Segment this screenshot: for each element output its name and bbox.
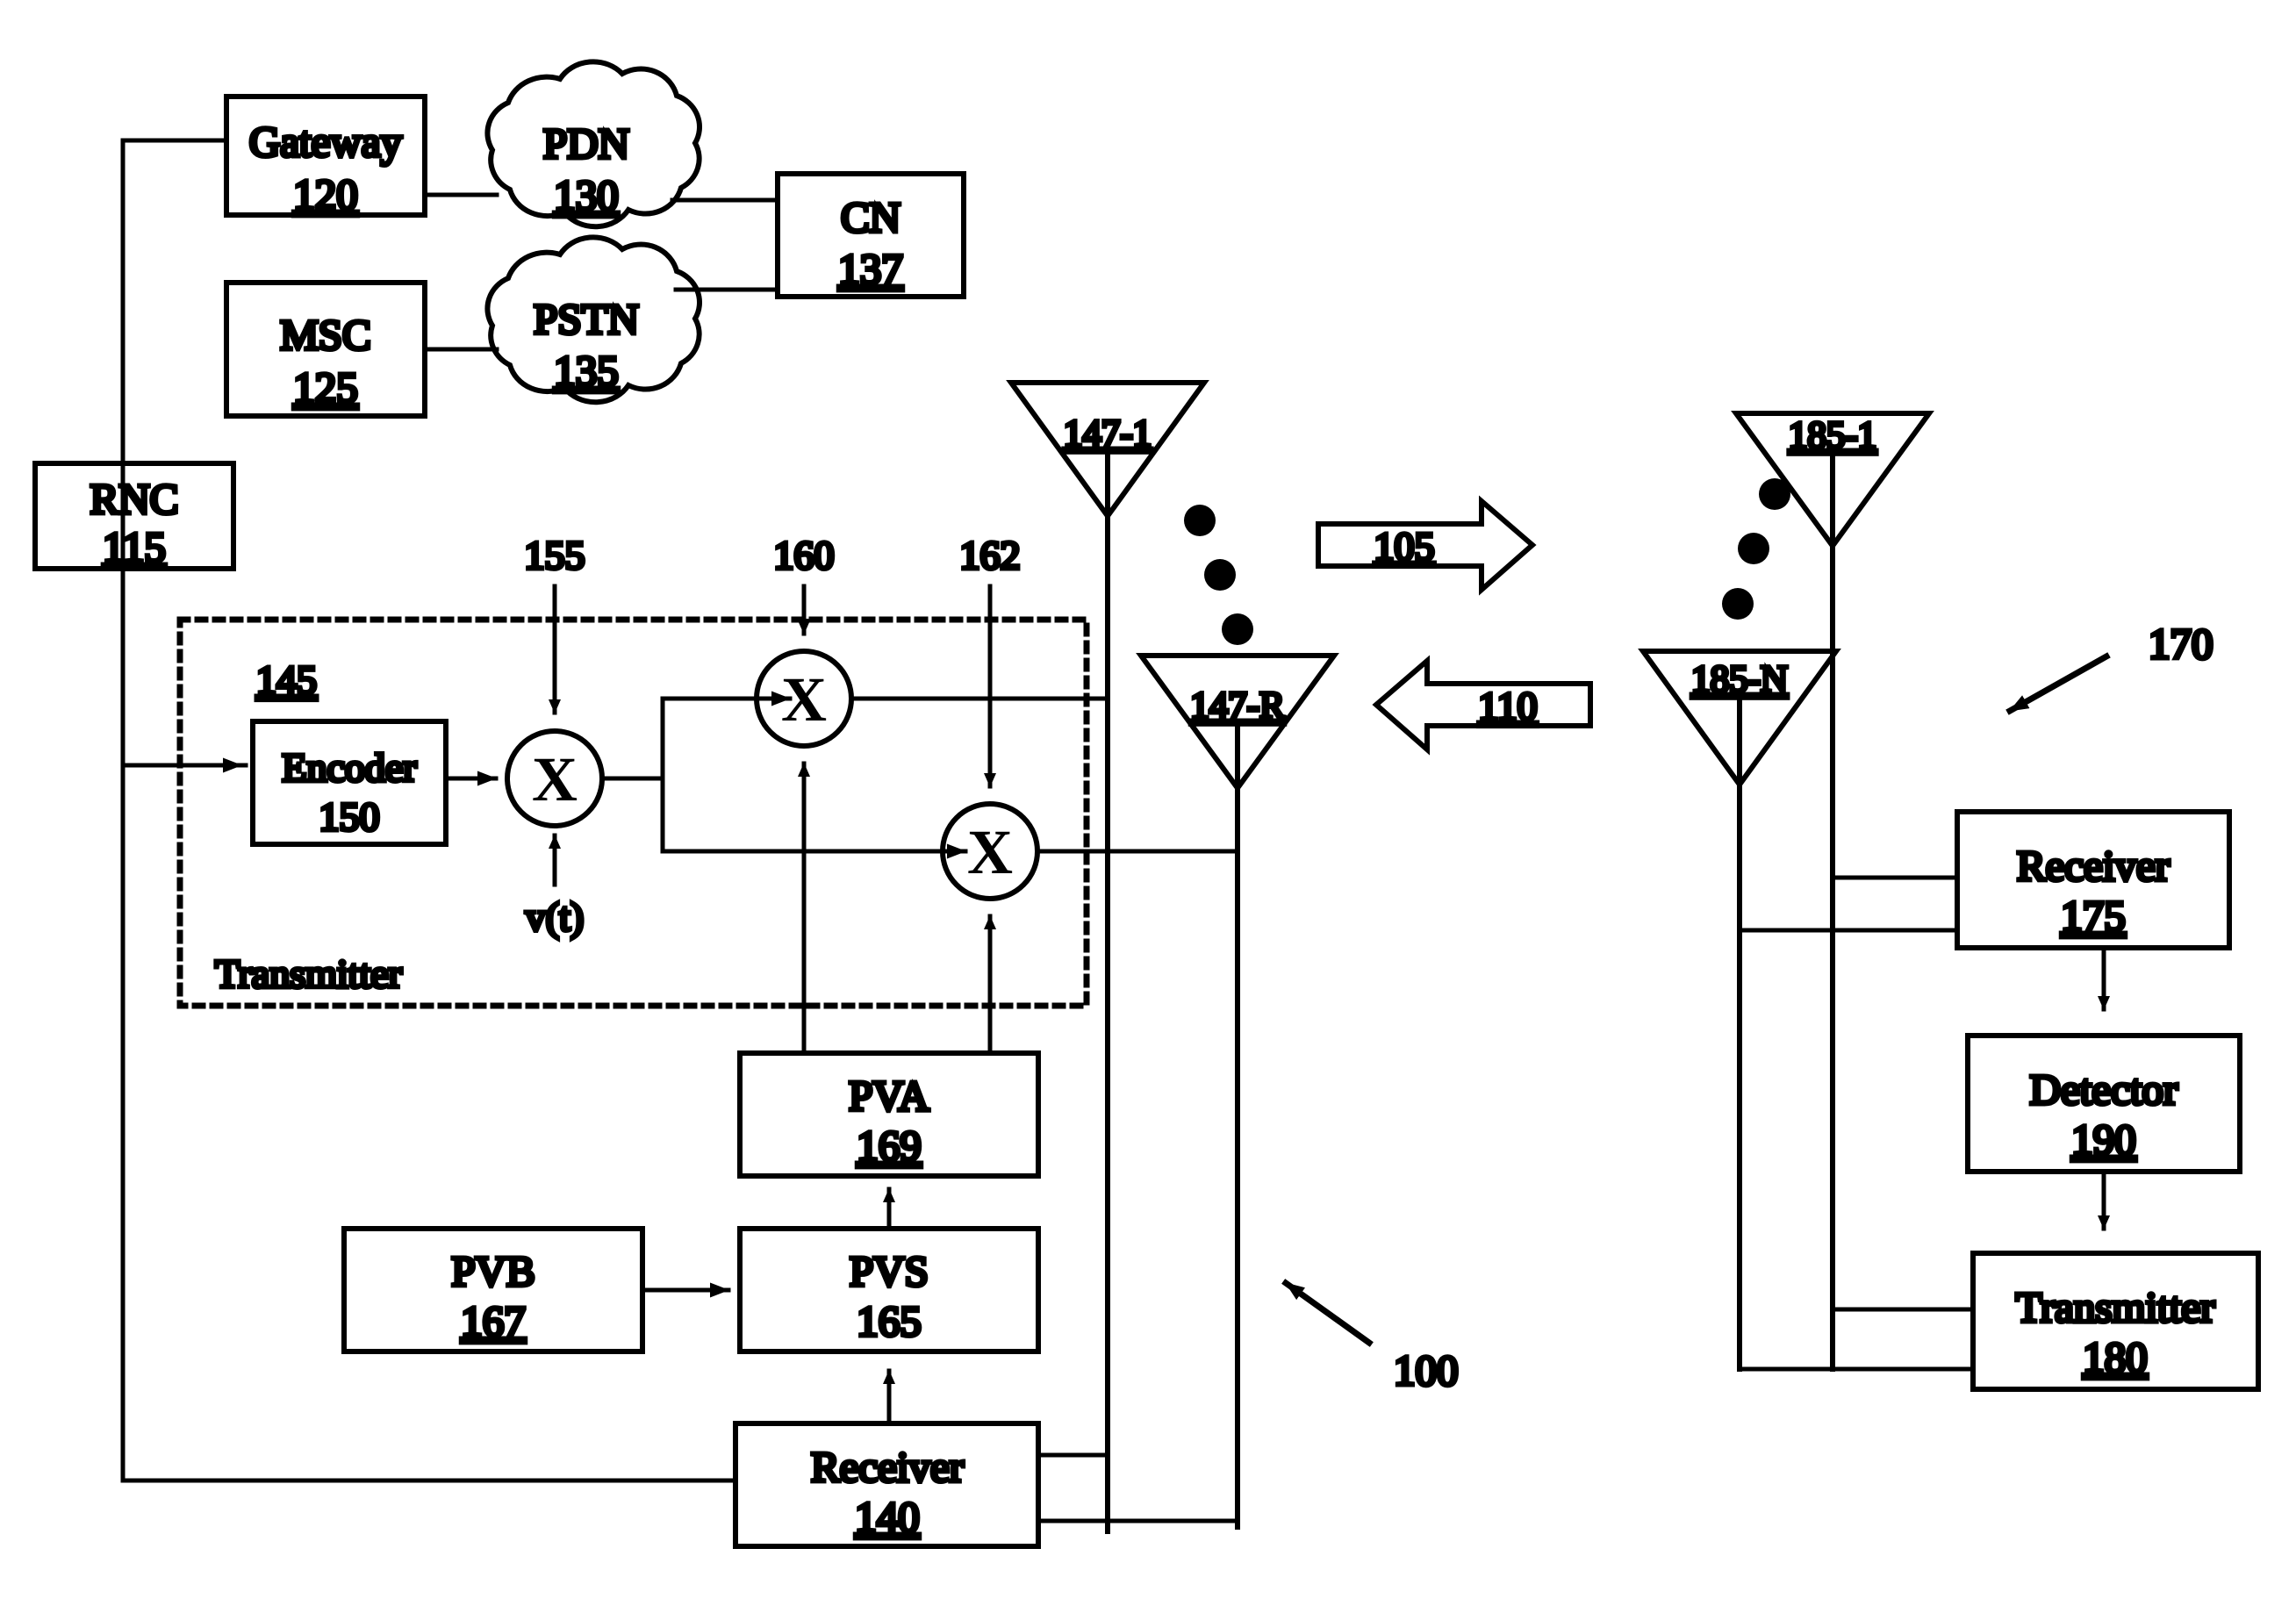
detector-label: Detector xyxy=(2030,1065,2178,1114)
mixer-lower-symbol: X xyxy=(967,817,1013,887)
msc-label: MSC xyxy=(280,311,371,359)
pdn-ref: 130 xyxy=(554,171,619,219)
antenna-185-N-label: 185-N xyxy=(1691,659,1788,700)
detector-ref: 190 xyxy=(2071,1115,2136,1164)
mixer-output-lines xyxy=(849,696,1240,854)
antenna-147-1[interactable] xyxy=(1006,380,1209,1534)
pvs-label: PVS xyxy=(850,1247,929,1295)
encoder-ref: 150 xyxy=(319,794,380,839)
antenna-147-1-label: 147-1 xyxy=(1064,413,1152,455)
pdn-label: PDN xyxy=(543,119,629,168)
antenna-185-1-label: 185-1 xyxy=(1789,415,1876,456)
pva-label: PVA xyxy=(849,1072,929,1120)
pva-ref: 169 xyxy=(857,1122,922,1170)
antenna-ellipsis-left xyxy=(1184,505,1253,645)
mixer-upper-ref: 160 xyxy=(774,533,835,577)
encoder-group-ref: 145 xyxy=(256,657,317,702)
rnc-label: RNC xyxy=(90,475,179,523)
transmitter180-label: Transmitter xyxy=(2016,1283,2215,1331)
pvb-label: PVB xyxy=(451,1247,535,1295)
transmitter180-ref: 180 xyxy=(2083,1333,2148,1381)
vt-label: v(t) xyxy=(526,894,584,939)
mixer-upper-symbol: X xyxy=(781,664,827,735)
system-pointer xyxy=(1281,1279,1374,1347)
antenna-ellipsis-right xyxy=(1722,478,1790,620)
cn-label: CN xyxy=(841,193,900,241)
link-110-ref: 110 xyxy=(1478,684,1537,728)
patent-figure: Gateway 120 MSC 125 PDN 130 PSTN 135 CN … xyxy=(0,0,2296,1606)
pva-to-mixer-lines xyxy=(798,761,996,1056)
remote-group-pointer xyxy=(2005,652,2111,715)
system-ref: 100 xyxy=(1394,1346,1459,1394)
receiver140-label: Receiver xyxy=(811,1443,964,1491)
link-105-ref: 105 xyxy=(1374,524,1435,569)
encoder-label: Encoder xyxy=(282,745,416,790)
transmitter-boundary-label: Transmitter xyxy=(215,951,402,996)
receiver175-label: Receiver xyxy=(2017,842,2170,890)
cn-ref: 137 xyxy=(838,245,903,293)
remote-group-ref: 170 xyxy=(2149,620,2213,668)
rnc-ref: 115 xyxy=(103,523,166,571)
pstn-ref: 135 xyxy=(554,347,619,395)
pvs-ref: 165 xyxy=(857,1297,922,1345)
gateway-ref: 120 xyxy=(293,170,358,219)
antenna-147-R-label: 147-R xyxy=(1190,685,1285,727)
remote-antenna-wiring xyxy=(1737,875,1976,1372)
gateway-label: Gateway xyxy=(249,118,403,166)
mixer-spread-symbol: X xyxy=(532,744,578,814)
mixer-spread-ref: 155 xyxy=(525,533,585,577)
msc-ref: 125 xyxy=(293,363,358,412)
receiver140-antenna-lines xyxy=(1036,1452,1240,1524)
pstn-label: PSTN xyxy=(534,295,639,343)
mixer-lower-ref: 162 xyxy=(960,533,1021,577)
antenna-147-R[interactable] xyxy=(1136,653,1339,1530)
diagram-canvas: Gateway 120 MSC 125 PDN 130 PSTN 135 CN … xyxy=(32,59,2261,1549)
receiver140-ref: 140 xyxy=(855,1493,920,1541)
receiver175-ref: 175 xyxy=(2061,892,2126,940)
pvb-ref: 167 xyxy=(461,1297,526,1345)
antenna-185-N[interactable] xyxy=(1638,649,1841,1372)
